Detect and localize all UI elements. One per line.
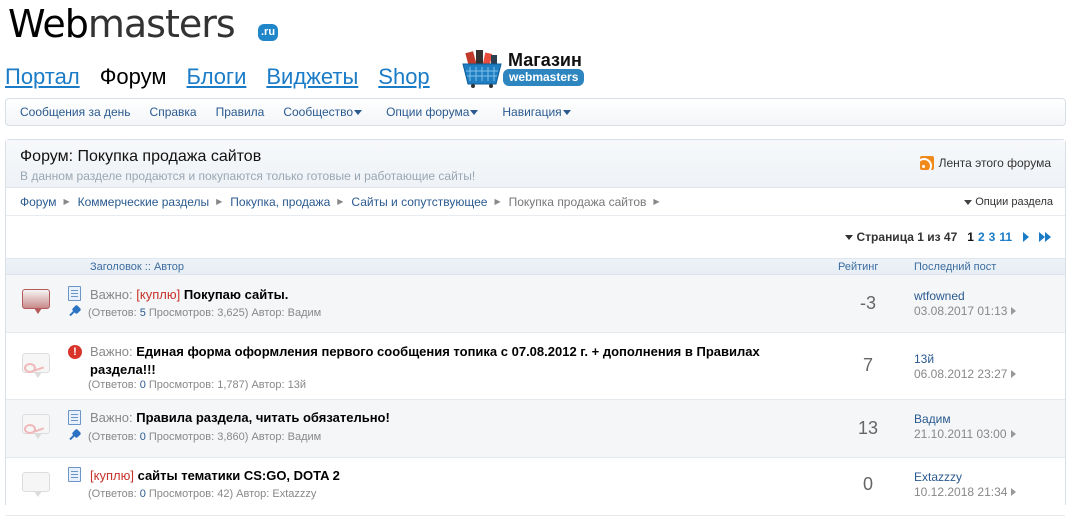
nav-widgets[interactable]: Виджеты xyxy=(266,64,358,90)
thread-row: Важно: Правила раздела, читать обязатель… xyxy=(6,400,1065,458)
subnav-help[interactable]: Справка xyxy=(150,105,197,119)
thread-locked-icon[interactable] xyxy=(22,414,50,439)
thread-rating: 0 xyxy=(862,474,873,494)
subnav-today-posts[interactable]: Сообщения за день xyxy=(20,105,131,119)
breadcrumb-item[interactable]: Покупка, продажа xyxy=(230,195,330,209)
thread-title[interactable]: сайты тематики CS:GO, DOTA 2 xyxy=(138,468,340,483)
rss-feed-link[interactable]: Лента этого форума xyxy=(919,156,1051,170)
last-page-icon[interactable] xyxy=(1039,232,1051,242)
page-jump-dropdown[interactable]: Страница 1 из 47 xyxy=(844,230,957,244)
go-to-last-post-icon[interactable] xyxy=(1010,430,1016,438)
pin-icon xyxy=(68,306,82,318)
breadcrumb-separator-icon: ▶ xyxy=(216,197,223,206)
subnav-navigation[interactable]: Навигация xyxy=(502,105,571,119)
breadcrumb: Форум ▶ Коммерческие разделы ▶ Покупка, пр… xyxy=(6,188,1065,216)
logo-text-dark: Web xyxy=(8,2,89,46)
breadcrumb-item[interactable]: Коммерческие разделы xyxy=(78,195,210,209)
thread-rating: -3 xyxy=(859,293,876,313)
subnav-community[interactable]: Сообщество xyxy=(283,105,363,119)
breadcrumb-separator-icon: ▶ xyxy=(653,197,660,206)
chevron-down-icon xyxy=(964,199,973,205)
thread-rating: 13 xyxy=(857,418,879,438)
breadcrumb-separator-icon: ▶ xyxy=(494,197,501,206)
thread-tag: [куплю] xyxy=(136,287,181,302)
last-post-date: 21.10.2011 03:00 xyxy=(914,427,1016,441)
breadcrumb-item[interactable]: Форум xyxy=(20,195,56,209)
thread-prefix: Важно: xyxy=(90,410,133,425)
pagination: Страница 1 из 47 1 2 3 11 xyxy=(6,216,1065,258)
forum-description: В данном разделе продаются и покупаются … xyxy=(20,169,476,183)
pin-icon xyxy=(68,430,82,442)
forum-header: Форум: Покупка продажа сайтов В данном р… xyxy=(6,140,1065,188)
shop-subtitle: webmasters xyxy=(503,69,585,86)
forum-subnav: Сообщения за день Справка Правила Сообще… xyxy=(5,98,1066,126)
column-last-post[interactable]: Последний пост xyxy=(914,261,996,273)
next-page-icon[interactable] xyxy=(1023,232,1029,242)
subnav-rules[interactable]: Правила xyxy=(216,105,265,119)
logo-text-light: masters xyxy=(87,2,236,46)
thread-locked-icon[interactable] xyxy=(22,353,50,378)
forum-section: Форум: Покупка продажа сайтов В данном р… xyxy=(5,139,1066,516)
thread-new-posts-icon[interactable] xyxy=(22,289,50,314)
go-to-last-post-icon[interactable] xyxy=(1011,370,1017,378)
last-post-user[interactable]: 13й xyxy=(914,352,934,366)
thread-meta: (Ответов: 5 Просмотров: 3,625) Автор: Ва… xyxy=(88,307,322,319)
nav-shop[interactable]: Shop xyxy=(378,64,429,90)
last-post-user[interactable]: Вадим xyxy=(914,412,951,426)
chevron-down-icon xyxy=(470,109,479,115)
thread-row: Важно: [куплю] Покупаю сайты. (Ответов: … xyxy=(6,275,1065,333)
logo-ru-badge: .ru xyxy=(258,24,279,41)
page-link[interactable]: 3 xyxy=(989,230,996,244)
go-to-last-post-icon[interactable] xyxy=(1011,488,1017,496)
thread-tag: [куплю] xyxy=(90,468,134,483)
chevron-down-icon xyxy=(354,109,363,115)
go-to-last-post-icon[interactable] xyxy=(1011,307,1017,315)
thread-prefix: Важно: xyxy=(90,287,133,302)
page-link[interactable]: 2 xyxy=(978,230,985,244)
last-post-date: 06.08.2012 23:27 xyxy=(914,367,1017,381)
thread-title[interactable]: Покупаю сайты. xyxy=(184,287,289,302)
shopping-basket-icon xyxy=(462,50,502,88)
last-post-user[interactable]: wtfowned xyxy=(914,289,965,303)
breadcrumb-item[interactable]: Сайты и сопутствующее xyxy=(351,195,487,209)
shop-title: Магазин xyxy=(508,50,582,70)
chevron-down-icon xyxy=(562,109,571,115)
thread-rating: 7 xyxy=(862,355,873,375)
important-icon: ! xyxy=(68,345,82,359)
subnav-forum-options[interactable]: Опции форума xyxy=(386,105,479,119)
column-title-author[interactable]: Заголовок :: Автор xyxy=(90,261,184,273)
nav-blogs[interactable]: Блоги xyxy=(187,64,247,90)
rss-icon xyxy=(919,156,934,170)
chevron-down-icon xyxy=(844,234,853,240)
shop-banner[interactable]: Магазин webmasters xyxy=(461,48,591,90)
last-post-date: 10.12.2018 21:34 xyxy=(914,485,1017,499)
last-post-date: 03.08.2017 01:13 xyxy=(914,304,1017,318)
main-navigation: Портал Форум Блоги Виджеты Shop xyxy=(5,64,450,92)
document-icon xyxy=(68,467,81,482)
page-current: 1 xyxy=(967,230,974,244)
site-logo[interactable]: Webmasters xyxy=(8,2,236,48)
breadcrumb-separator-icon: ▶ xyxy=(63,197,70,206)
section-options-dropdown[interactable]: Опции раздела xyxy=(964,196,1053,208)
thread-meta: (Ответов: 0 Просмотров: 1,787) Автор: 13… xyxy=(88,379,307,391)
document-icon xyxy=(68,410,81,425)
nav-forum[interactable]: Форум xyxy=(100,64,167,90)
nav-portal[interactable]: Портал xyxy=(5,64,80,90)
last-post-user[interactable]: Extazzzy xyxy=(914,470,962,484)
thread-meta: (Ответов: 0 Просмотров: 3,860) Автор: Ва… xyxy=(88,431,322,443)
thread-meta: (Ответов: 0 Просмотров: 42) Автор: Extaz… xyxy=(88,488,317,500)
thread-row: ! Важно: Единая форма оформления первого… xyxy=(6,333,1065,400)
thread-title[interactable]: Правила раздела, читать обязательно! xyxy=(136,410,390,425)
column-rating[interactable]: Рейтинг xyxy=(838,261,878,273)
thread-no-new-posts-icon[interactable] xyxy=(22,472,50,497)
breadcrumb-current: Покупка продажа сайтов xyxy=(508,194,647,209)
thread-row: [куплю] сайты тематики CS:GO, DOTA 2 (От… xyxy=(6,458,1065,516)
page-title: Форум: Покупка продажа сайтов xyxy=(20,148,262,165)
page-link[interactable]: 11 xyxy=(999,230,1012,244)
thread-title[interactable]: Единая форма оформления первого сообщени… xyxy=(90,344,760,377)
thread-list-header: Заголовок :: Автор Рейтинг Последний пос… xyxy=(6,258,1065,275)
document-icon xyxy=(68,286,81,301)
thread-prefix: Важно: xyxy=(90,344,133,359)
breadcrumb-separator-icon: ▶ xyxy=(337,197,344,206)
